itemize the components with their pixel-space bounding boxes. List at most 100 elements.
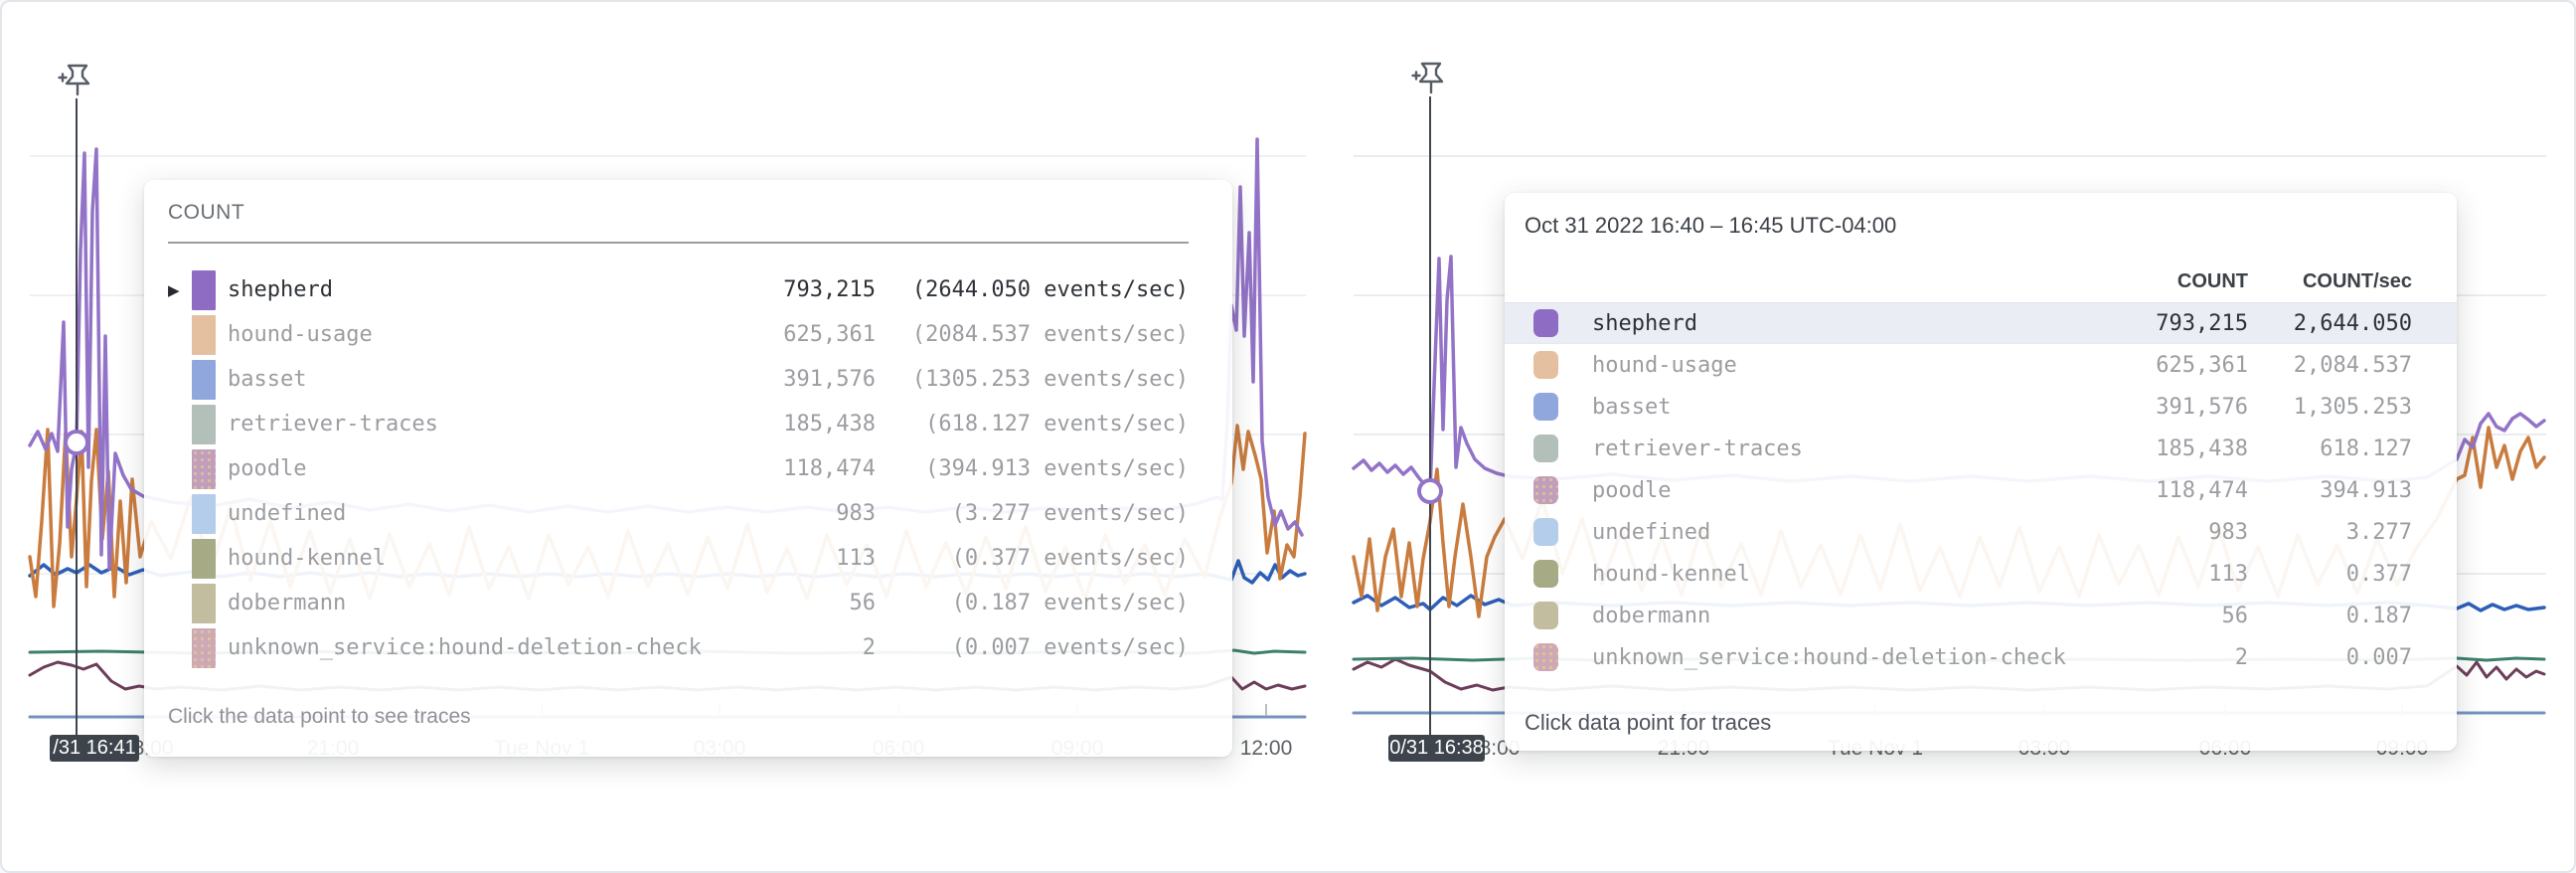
series-count: 185,438 [2099, 436, 2248, 461]
list-item[interactable]: basset 391,576 (1305.253 events/sec) [168, 357, 1189, 402]
table-row[interactable]: unknown_service:hound-deletion-check 2 0… [1505, 636, 2457, 678]
series-count: 625,361 [2099, 353, 2248, 378]
series-name: basset [1592, 395, 1671, 420]
series-name: shepherd [1592, 311, 1697, 336]
series-name: dobermann [228, 591, 346, 615]
list-item[interactable]: retriever-traces 185,438 (618.127 events… [168, 402, 1189, 446]
axis-label: 12:00 [1240, 737, 1293, 760]
series-rate: (3.277 events/sec) [876, 501, 1189, 526]
series-rate: 3.277 [2248, 520, 2412, 545]
series-name: poodle [1592, 478, 1671, 503]
series-swatch [192, 449, 216, 489]
column-header-count-sec: COUNT/sec [2248, 270, 2412, 293]
list-item[interactable]: poodle 118,474 (394.913 events/sec) [168, 446, 1189, 491]
series-rate: (1305.253 events/sec) [876, 367, 1189, 392]
tooltip-hint: Click data point for traces [1525, 710, 1771, 736]
series-count: 391,576 [726, 367, 876, 392]
series-list: ▶ shepherd 793,215 (2644.050 events/sec)… [168, 267, 1189, 670]
series-name: dobermann [1592, 604, 1710, 628]
series-name: hound-kennel [1592, 562, 1750, 587]
series-swatch [192, 628, 216, 668]
pin-icon[interactable] [57, 58, 98, 103]
series-name: shepherd [228, 277, 333, 302]
list-item[interactable]: hound-usage 625,361 (2084.537 events/sec… [168, 312, 1189, 357]
series-swatch [192, 360, 216, 400]
series-rate: (2084.537 events/sec) [876, 322, 1189, 347]
column-header-count: COUNT [2099, 270, 2248, 293]
series-swatch [192, 270, 216, 310]
series-count: 118,474 [726, 456, 876, 481]
series-count: 118,474 [2099, 478, 2248, 503]
series-name: hound-kennel [228, 546, 386, 571]
series-rate: (0.377 events/sec) [876, 546, 1189, 571]
series-name: poodle [228, 456, 306, 481]
series-count: 2 [2099, 645, 2248, 670]
series-count: 793,215 [726, 277, 876, 302]
table-header-row: COUNT COUNT/sec [1505, 268, 2457, 294]
series-count: 185,438 [726, 412, 876, 436]
series-swatch [192, 539, 216, 579]
series-count: 113 [726, 546, 876, 571]
series-swatch [192, 405, 216, 444]
series-rate: (0.187 events/sec) [876, 591, 1189, 615]
series-count: 391,576 [2099, 395, 2248, 420]
series-rate: (394.913 events/sec) [876, 456, 1189, 481]
tooltip-title: COUNT [168, 200, 1189, 226]
series-swatch [1533, 309, 1558, 337]
table-row[interactable]: shepherd 793,215 2,644.050 [1505, 302, 2457, 344]
series-swatch [1533, 476, 1558, 504]
series-name: retriever-traces [228, 412, 438, 436]
series-rate: 394.913 [2248, 478, 2412, 503]
series-rate: 2,644.050 [2248, 311, 2412, 336]
table-row[interactable]: retriever-traces 185,438 618.127 [1505, 428, 2457, 469]
expand-arrow-icon[interactable]: ▶ [168, 281, 192, 299]
series-count: 983 [2099, 520, 2248, 545]
left-tooltip-panel: COUNT ▶ shepherd 793,215 (2644.050 event… [144, 180, 1232, 757]
series-name: unknown_service:hound-deletion-check [228, 635, 702, 660]
series-rate: 0.007 [2248, 645, 2412, 670]
series-name: hound-usage [1592, 353, 1737, 378]
right-tooltip-panel: Oct 31 2022 16:40 – 16:45 UTC-04:00 COUN… [1505, 193, 2457, 751]
series-swatch [192, 584, 216, 623]
series-count: 56 [2099, 604, 2248, 628]
left-datapoint-marker[interactable] [66, 432, 87, 453]
series-rate: 2,084.537 [2248, 353, 2412, 378]
series-rate: (2644.050 events/sec) [876, 277, 1189, 302]
list-item[interactable]: dobermann 56 (0.187 events/sec) [168, 581, 1189, 625]
series-name: basset [228, 367, 306, 392]
left-crosshair-time-badge: /31 16:41 [50, 735, 139, 762]
series-swatch [192, 315, 216, 355]
series-swatch [192, 494, 216, 534]
table-row[interactable]: poodle 118,474 394.913 [1505, 469, 2457, 511]
list-item[interactable]: unknown_service:hound-deletion-check 2 (… [168, 625, 1189, 670]
series-name: undefined [1592, 520, 1710, 545]
series-swatch [1533, 351, 1558, 379]
table-row[interactable]: basset 391,576 1,305.253 [1505, 386, 2457, 428]
list-item[interactable]: ▶ shepherd 793,215 (2644.050 events/sec) [168, 267, 1189, 312]
series-rate: 0.377 [2248, 562, 2412, 587]
right-datapoint-marker[interactable] [1419, 480, 1441, 502]
series-count: 983 [726, 501, 876, 526]
table-row[interactable]: hound-usage 625,361 2,084.537 [1505, 344, 2457, 386]
table-row[interactable]: hound-kennel 113 0.377 [1505, 553, 2457, 595]
pin-icon[interactable] [1410, 56, 1452, 101]
series-name: undefined [228, 501, 346, 526]
right-crosshair-time-badge: 0/31 16:38 [1388, 735, 1485, 762]
series-swatch [1533, 560, 1558, 588]
series-name: unknown_service:hound-deletion-check [1592, 645, 2066, 670]
series-name: hound-usage [228, 322, 373, 347]
divider [168, 242, 1189, 244]
series-swatch [1533, 643, 1558, 671]
series-swatch [1533, 602, 1558, 629]
series-rate: 1,305.253 [2248, 395, 2412, 420]
series-rate: 0.187 [2248, 604, 2412, 628]
table-row[interactable]: undefined 983 3.277 [1505, 511, 2457, 553]
list-item[interactable]: hound-kennel 113 (0.377 events/sec) [168, 536, 1189, 581]
table-row[interactable]: dobermann 56 0.187 [1505, 595, 2457, 636]
series-table: shepherd 793,215 2,644.050 hound-usage 6… [1505, 302, 2457, 678]
dashboard-card: 8:00 21:00 Tue Nov 1 03:00 06:00 09:00 1… [0, 0, 2576, 873]
series-swatch [1533, 435, 1558, 462]
list-item[interactable]: undefined 983 (3.277 events/sec) [168, 491, 1189, 536]
series-swatch [1533, 393, 1558, 421]
series-rate: 618.127 [2248, 436, 2412, 461]
